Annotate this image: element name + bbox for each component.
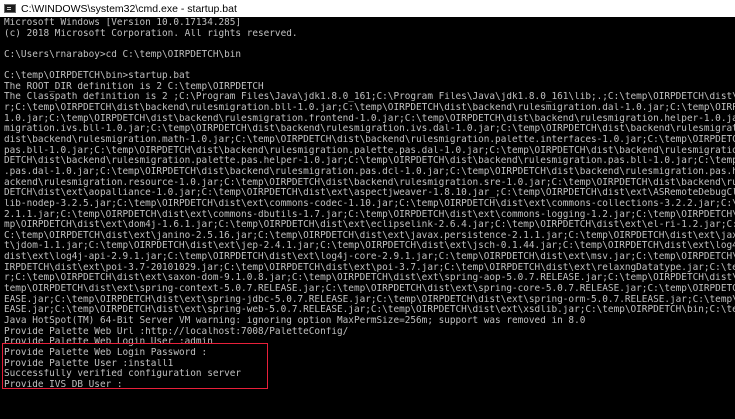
console-line: ackend\rulesmigration.resource-1.0.jar;C…	[4, 177, 735, 188]
console-line: 2.1.1.jar;C:\temp\OIRPDETCH\dist\ext\com…	[4, 209, 735, 220]
console-line: EASE.jar;C:\temp\OIRPDETCH\dist\ext\spri…	[4, 294, 735, 305]
console-line: Provide Palette Web Url :http://localhos…	[4, 326, 349, 337]
console-line: pas.bll-1.0.jar;C:\temp\OIRPDETCH\dist\b…	[4, 145, 735, 156]
console-line: dist\backend\rulesmigration.math-1.0.jar…	[4, 135, 735, 146]
console-line: mp\OIRPDETCH\dist\ext\dom4j-1.6.1.jar;C:…	[4, 220, 735, 231]
window-title: C:\WINDOWS\system32\cmd.exe - startup.ba…	[21, 2, 237, 15]
console-line: 1.0.jar;C:\temp\OIRPDETCH\dist\backend\r…	[4, 113, 735, 124]
console-line: (c) 2018 Microsoft Corporation. All righ…	[4, 28, 298, 39]
console-line: Provide Palette Web Login Password :	[4, 347, 208, 358]
console-line: temp\OIRPDETCH\dist\ext\spring-context-5…	[4, 284, 735, 295]
console-line: Provide Palette Web Login User :admin	[4, 337, 213, 348]
window-titlebar[interactable]: C:\WINDOWS\system32\cmd.exe - startup.ba…	[0, 0, 735, 17]
console-line: .pas.dal-1.0.jar;C:\temp\OIRPDETCH\dist\…	[4, 166, 735, 177]
console-lines: Microsoft Windows [Version 10.0.17134.28…	[4, 18, 735, 390]
console-line: Microsoft Windows [Version 10.0.17134.28…	[4, 18, 242, 28]
console-line: Provide Palette User :install1	[4, 358, 174, 369]
console-line: Successfully verified configuration serv…	[4, 369, 242, 380]
console-line: r;C:\temp\OIRPDETCH\dist\ext\saxon-dom-9…	[4, 273, 735, 284]
console-line: Provide IVS DB User :	[4, 379, 123, 390]
console-line: IRPDETCH\dist\ext\poi-3.7-20101029.jar;C…	[4, 262, 735, 273]
console-line: migration.ivs.bll-1.0.jar;C:\temp\OIRPDE…	[4, 124, 735, 135]
console-line: lib-nodep-3.2.5.jar;C:\temp\OIRPDETCH\di…	[4, 198, 735, 209]
console-line: C:\Users\rnaraboy>cd C:\temp\OIRPDETCH\b…	[4, 49, 242, 60]
cmd-icon	[4, 4, 16, 13]
console-line: The ROOT_DIR definition is 2 C:\temp\OIR…	[4, 81, 264, 92]
console-line: t\jdom-1.1.jar;C:\temp\OIRPDETCH\dist\ex…	[4, 241, 735, 252]
console-line: r;C:\temp\OIRPDETCH\dist\backend\rulesmi…	[4, 103, 735, 114]
console-line: dist\ext\log4j-api-2.9.1.jar;C:\temp\OIR…	[4, 252, 735, 263]
console-line: C:\temp\OIRPDETCH\bin>startup.bat	[4, 71, 191, 82]
console-line: EASE.jar;C:\temp\OIRPDETCH\dist\ext\spri…	[4, 305, 735, 316]
console-output[interactable]: Microsoft Windows [Version 10.0.17134.28…	[0, 17, 735, 419]
console-line: DETCH\dist\backend\rulesmigration.palett…	[4, 156, 735, 167]
console-line: DETCH\dist\ext\aopalliance-1.0.jar;C:\te…	[4, 188, 735, 199]
console-line: C:\temp\OIRPDETCH\dist\ext\janino-2.5.16…	[4, 230, 735, 241]
console-line: The Classpath definition is 2 ;C:\Progra…	[4, 92, 735, 103]
console-line: Java HotSpot(TM) 64-Bit Server VM warnin…	[4, 315, 586, 326]
